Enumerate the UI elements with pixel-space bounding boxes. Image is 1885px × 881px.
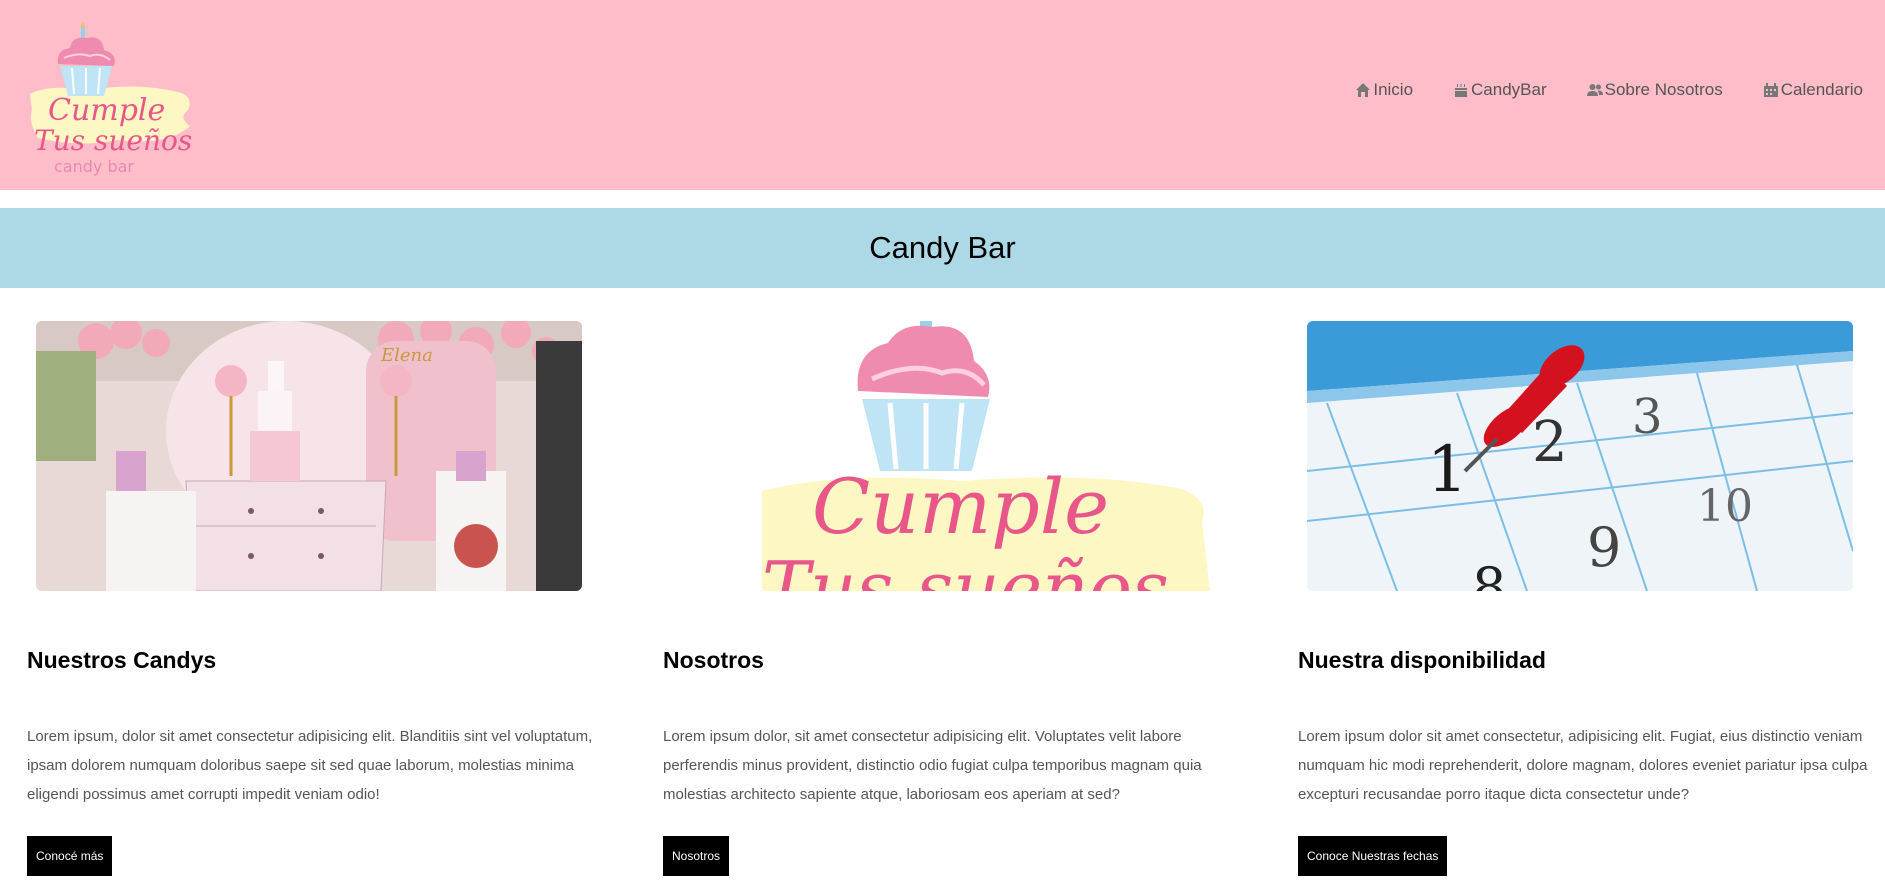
logo-image: Cumple Tus sueños xyxy=(762,321,1210,591)
home-icon xyxy=(1356,83,1371,97)
card-nuestra-disponibilidad: Nuestra disponibilidad Lorem ipsum dolor… xyxy=(1298,640,1868,876)
nav-item-calendario[interactable]: Calendario xyxy=(1763,80,1863,100)
cake-icon xyxy=(1455,84,1468,97)
nav-item-candybar[interactable]: CandyBar xyxy=(1453,80,1547,100)
card-description: Lorem ipsum dolor sit amet consectetur, … xyxy=(1298,728,1868,803)
conoce-fechas-button[interactable]: Conoce Nuestras fechas xyxy=(1298,836,1448,876)
main-nav: Inicio CandyBar Sobre Nosotros Calendari… xyxy=(1355,80,1863,100)
card-description: Lorem ipsum dolor, sit amet consectetur … xyxy=(663,728,1202,803)
logo-image-text-line2: Tus sueños xyxy=(762,546,1169,591)
logo-text-line1: Cumple xyxy=(48,93,165,128)
nav-label-sobre-nosotros: Sobre Nosotros xyxy=(1604,80,1723,99)
card-title: Nosotros xyxy=(663,647,764,673)
logo-image-text-line1: Cumple xyxy=(812,462,1109,551)
card-title: Nuestros Candys xyxy=(27,647,217,673)
calendar-icon xyxy=(1763,83,1778,97)
calendar-number-1: 1 xyxy=(1427,433,1468,507)
users-icon xyxy=(1586,84,1603,96)
nav-label-calendario: Calendario xyxy=(1780,80,1863,99)
nav-item-inicio[interactable]: Inicio xyxy=(1355,80,1413,100)
site-header: Cumple Tus sueños candy bar Inicio Candy… xyxy=(0,0,1885,190)
card-nuestros-candys: Nuestros Candys Lorem ipsum, dolor sit a… xyxy=(27,640,597,876)
calendar-number-9: 9 xyxy=(1587,516,1621,579)
nosotros-button[interactable]: Nosotros xyxy=(663,836,730,876)
calendar-photo: 1 2 3 9 10 8 xyxy=(1307,321,1853,591)
nav-item-sobre-nosotros[interactable]: Sobre Nosotros xyxy=(1586,80,1723,100)
card-description: Lorem ipsum, dolor sit amet consectetur … xyxy=(27,728,593,803)
logo-graphic: Cumple Tus sueños candy bar xyxy=(30,22,192,176)
calendar-number-8: 8 xyxy=(1472,556,1506,591)
calendar-number-10: 10 xyxy=(1697,481,1753,532)
logo-text-line2: Tus sueños xyxy=(34,124,192,157)
logo-text-line3: candy bar xyxy=(54,157,134,176)
section-banner: Candy Bar xyxy=(0,208,1885,288)
calendar-number-3: 3 xyxy=(1632,389,1663,445)
nav-label-candybar: CandyBar xyxy=(1471,80,1547,99)
svg-text:Elena: Elena xyxy=(380,345,433,366)
card-title: Nuestra disponibilidad xyxy=(1298,647,1546,673)
calendar-number-2: 2 xyxy=(1532,410,1568,475)
nav-label-inicio: Inicio xyxy=(1373,80,1414,99)
conoce-mas-button[interactable]: Conocé más xyxy=(27,836,113,876)
candybar-photo: Elena xyxy=(36,321,582,591)
card-nosotros: Nosotros Lorem ipsum dolor, sit amet con… xyxy=(663,640,1233,876)
site-logo[interactable]: Cumple Tus sueños candy bar xyxy=(28,22,194,178)
page-title: Candy Bar xyxy=(869,230,1016,265)
